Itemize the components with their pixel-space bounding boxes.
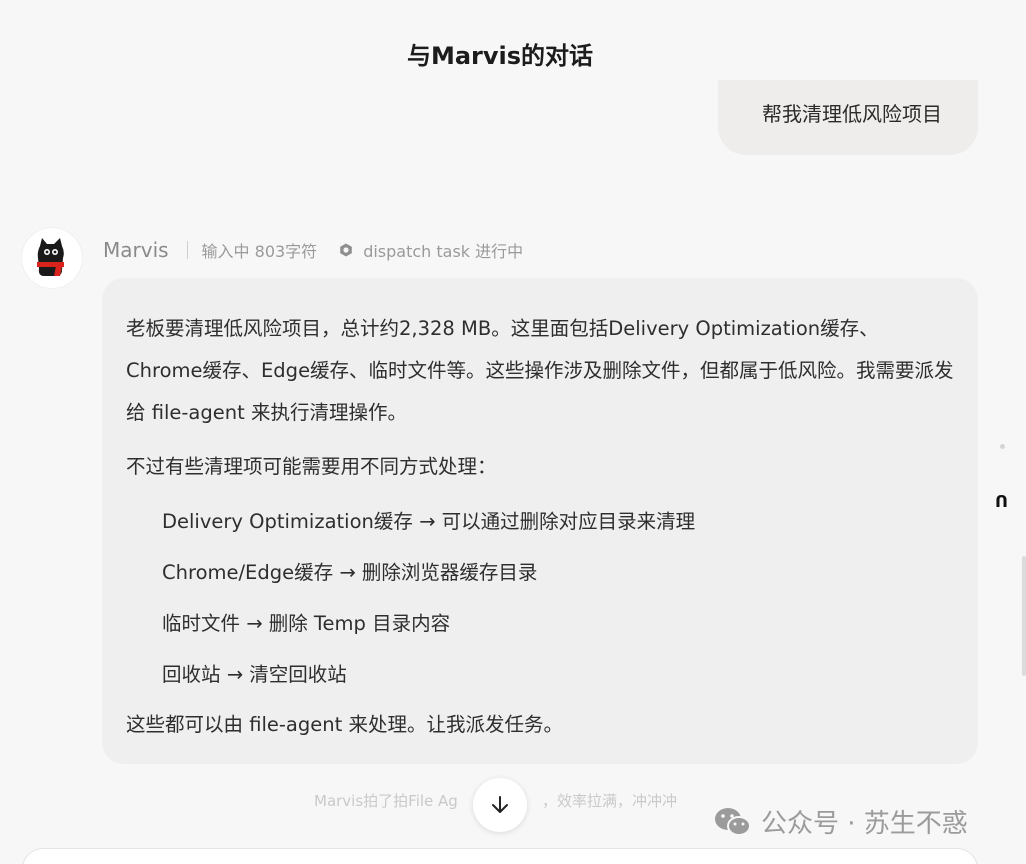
- nudge-note-right: ，效率拉满，冲冲冲: [542, 792, 678, 810]
- assistant-message-bubble: 老板要清理低风险项目，总计约2,328 MB。这里面包括Delivery Opt…: [102, 278, 978, 764]
- list-item: 临时文件 → 删除 Temp 目录内容: [162, 612, 451, 635]
- cleanup-list: Delivery Optimization缓存 → 可以通过删除对应目录来清理 …: [126, 496, 954, 700]
- list-item: Delivery Optimization缓存 → 可以通过删除对应目录来清理: [162, 510, 696, 533]
- wechat-icon: [715, 807, 751, 836]
- side-toggle-icon[interactable]: ᑎ: [995, 492, 1008, 511]
- watermark: 公众号 · 苏生不惑: [713, 803, 968, 840]
- list-item: Chrome/Edge缓存 → 删除浏览器缓存目录: [162, 561, 538, 584]
- arrow-down-icon: [492, 796, 508, 813]
- meta-divider: [186, 241, 188, 259]
- user-message-bubble: 帮我清理低风险项目: [718, 80, 978, 155]
- nudge-note: Marvis拍了拍File Ag ，效率拉满，冲冲冲: [314, 790, 677, 811]
- message-closing: 这些都可以由 file-agent 来处理。让我派发任务。: [126, 713, 563, 736]
- message-paragraph: 老板要清理低风险项目，总计约2,328 MB。这里面包括Delivery Opt…: [126, 317, 954, 424]
- black-cat-avatar-icon: [37, 238, 64, 276]
- typing-status: 输入中 803字符: [201, 242, 318, 261]
- user-message-text: 帮我清理低风险项目: [762, 102, 942, 126]
- assistant-avatar: [22, 228, 82, 288]
- page-title: 与Marvis的对话: [406, 42, 594, 70]
- assistant-name: Marvis: [103, 238, 169, 262]
- message-input[interactable]: [22, 848, 978, 864]
- chat-page: 与Marvis的对话 帮我清理低风险项目 Marvis 输入中 803字符 di…: [0, 0, 1026, 864]
- task-status: dispatch task 进行中: [363, 242, 524, 261]
- list-item: 回收站 → 清空回收站: [162, 663, 347, 686]
- watermark-text: 公众号 · 苏生不惑: [761, 809, 968, 839]
- nudge-note-left: Marvis拍了拍File Ag: [314, 792, 458, 810]
- hexagon-status-icon: [340, 243, 352, 257]
- scrollbar[interactable]: [1022, 556, 1026, 676]
- assistant-meta: Marvis 输入中 803字符 dispatch task 进行中: [103, 236, 523, 264]
- message-paragraph: 不过有些清理项可能需要用不同方式处理：: [126, 455, 497, 478]
- scroll-to-bottom-button[interactable]: [473, 778, 527, 832]
- side-indicator-dot: [1000, 444, 1005, 449]
